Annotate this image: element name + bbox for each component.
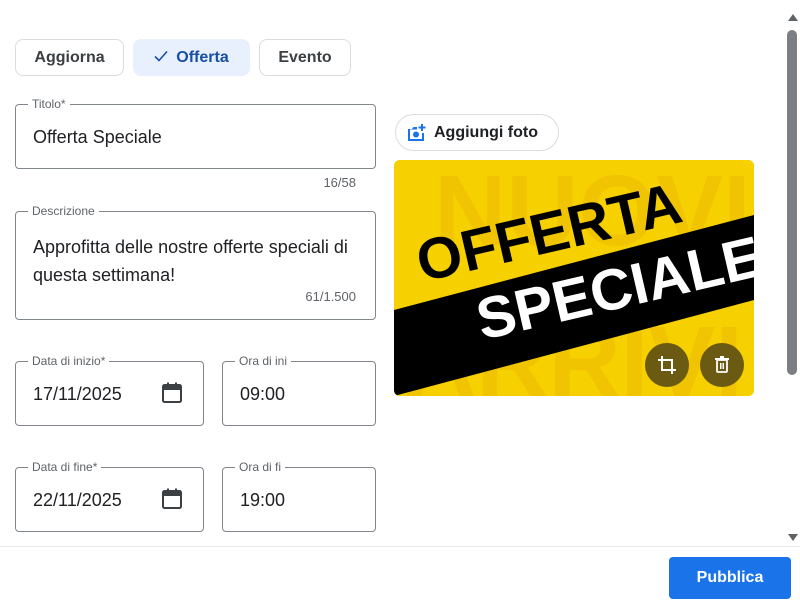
scroll-thumb[interactable] [787, 30, 797, 375]
start-time-label: Ora di ini [235, 354, 292, 368]
add-photo-label: Aggiungi foto [434, 124, 538, 141]
chip-offer-label: Offerta [176, 49, 229, 66]
add-photo-icon [408, 124, 426, 141]
post-editor-content: Aggiorna Offerta Evento Titolo* Offerta … [0, 0, 784, 546]
end-date-label: Data di fine* [28, 460, 102, 474]
check-icon [154, 50, 168, 62]
add-photo-button[interactable]: Aggiungi foto [395, 114, 559, 151]
title-field[interactable]: Titolo* Offerta Speciale [15, 97, 376, 169]
description-field-label: Descrizione [28, 204, 99, 218]
chip-offer[interactable]: Offerta [133, 39, 250, 76]
start-time-field[interactable]: Ora di ini 09:00 [222, 354, 376, 426]
delete-photo-button[interactable] [700, 343, 744, 387]
calendar-icon[interactable] [160, 487, 184, 511]
title-char-counter: 16/58 [323, 175, 356, 190]
start-date-value: 17/11/2025 [33, 384, 122, 404]
scroll-up-arrow-icon[interactable] [788, 14, 798, 21]
title-field-value: Offerta Speciale [33, 127, 162, 147]
crop-icon [658, 356, 676, 374]
start-date-label: Data di inizio* [28, 354, 110, 368]
dialog-footer: Pubblica [0, 546, 800, 600]
description-field-value: Approfitta delle nostre offerte speciali… [33, 237, 348, 285]
trash-icon [715, 356, 729, 373]
chip-update-label: Aggiorna [34, 49, 105, 66]
vertical-scrollbar[interactable] [784, 0, 800, 546]
chip-event[interactable]: Evento [259, 39, 351, 76]
calendar-icon[interactable] [160, 381, 184, 405]
scroll-down-arrow-icon[interactable] [788, 534, 798, 541]
end-time-field[interactable]: Ora di fi 19:00 [222, 460, 376, 532]
end-time-value: 19:00 [240, 490, 286, 510]
publish-button[interactable]: Pubblica [669, 557, 791, 599]
crop-button[interactable] [645, 343, 689, 387]
chip-update[interactable]: Aggiorna [15, 39, 124, 76]
title-field-label: Titolo* [28, 97, 70, 111]
end-date-field[interactable]: Data di fine* 22/11/2025 [15, 460, 204, 532]
start-time-value: 09:00 [240, 384, 286, 404]
start-date-field[interactable]: Data di inizio* 17/11/2025 [15, 354, 204, 426]
end-time-label: Ora di fi [235, 460, 286, 474]
end-date-value: 22/11/2025 [33, 490, 122, 510]
chip-event-label: Evento [278, 49, 332, 66]
description-field[interactable]: Descrizione Approfitta delle nostre offe… [15, 204, 376, 320]
description-char-counter: 61/1.500 [305, 289, 356, 304]
